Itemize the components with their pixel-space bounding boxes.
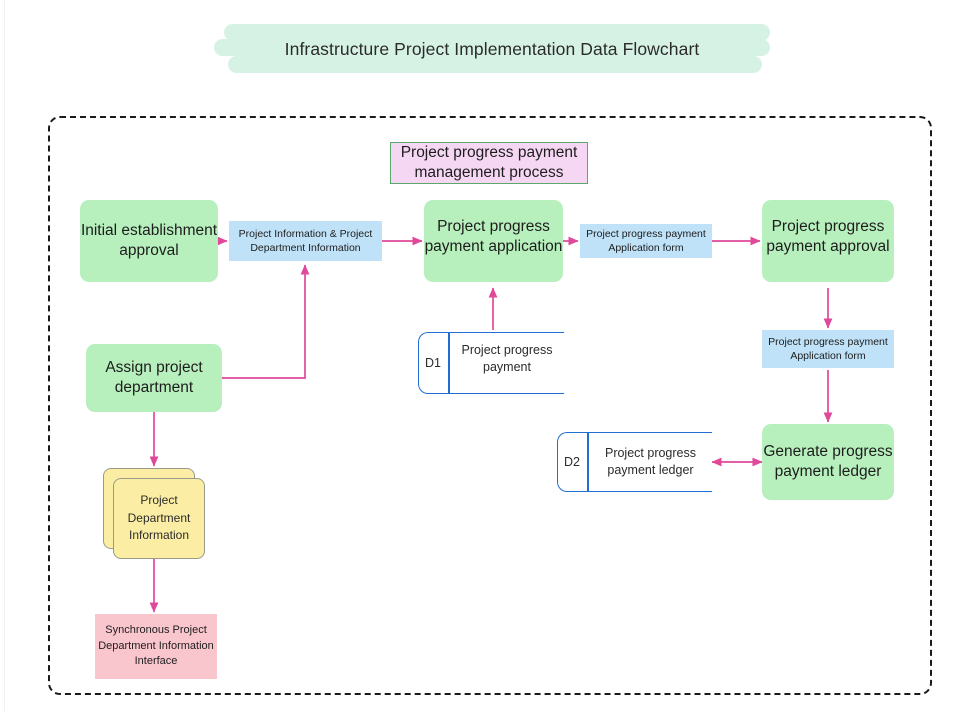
datastore-d1-id: D1	[425, 356, 441, 370]
process-title-payment-management[interactable]: Project progress payment management proc…	[390, 142, 588, 184]
page-title: Infrastructure Project Implementation Da…	[214, 24, 770, 74]
dataflow-application-form-2[interactable]: Project progress payment Application for…	[762, 330, 894, 368]
datastore-d2-label: Project progress payment ledger	[604, 446, 696, 477]
process-title-payment-management-label: Project progress payment management proc…	[400, 144, 578, 181]
interface-synchronous-project-department-information[interactable]: Synchronous Project Department Informati…	[95, 614, 217, 679]
datastore-d1-label: Project progress payment	[461, 343, 553, 374]
process-payment-application-label: Project progress payment application	[424, 218, 563, 255]
process-generate-progress-payment-ledger[interactable]: Generate progress payment ledger	[762, 424, 894, 500]
process-assign-project-department[interactable]: Assign project department	[86, 344, 222, 412]
dataflow-application-form-1[interactable]: Project progress payment Application for…	[580, 224, 712, 258]
process-initial-establishment-approval[interactable]: Initial establishment approval	[80, 200, 218, 282]
datastore-d2-id: D2	[564, 455, 580, 469]
process-payment-application[interactable]: Project progress payment application	[424, 200, 563, 282]
interface-synchronous-project-department-information-label: Synchronous Project Department Informati…	[98, 624, 214, 668]
process-initial-establishment-approval-label: Initial establishment approval	[80, 222, 218, 259]
document-project-department-information[interactable]: Project Department Information	[103, 468, 205, 559]
dataflow-project-information-department-information-label: Project Information & Project Department…	[238, 227, 373, 254]
process-payment-approval[interactable]: Project progress payment approval	[762, 200, 894, 282]
process-assign-project-department-label: Assign project department	[105, 359, 203, 396]
dataflow-project-information-department-information[interactable]: Project Information & Project Department…	[229, 221, 382, 261]
dataflow-application-form-1-label: Project progress payment Application for…	[586, 227, 706, 254]
dataflow-application-form-2-label: Project progress payment Application for…	[768, 335, 888, 362]
document-project-department-information-label: Project Department Information	[127, 493, 191, 543]
datastore-d1[interactable]: D1 Project progress payment	[418, 332, 564, 394]
process-generate-progress-payment-ledger-label: Generate progress payment ledger	[763, 443, 893, 480]
page-title-text: Infrastructure Project Implementation Da…	[284, 38, 700, 59]
process-payment-approval-label: Project progress payment approval	[766, 218, 890, 255]
datastore-d2[interactable]: D2 Project progress payment ledger	[557, 432, 712, 492]
page-edge-line	[4, 0, 5, 711]
